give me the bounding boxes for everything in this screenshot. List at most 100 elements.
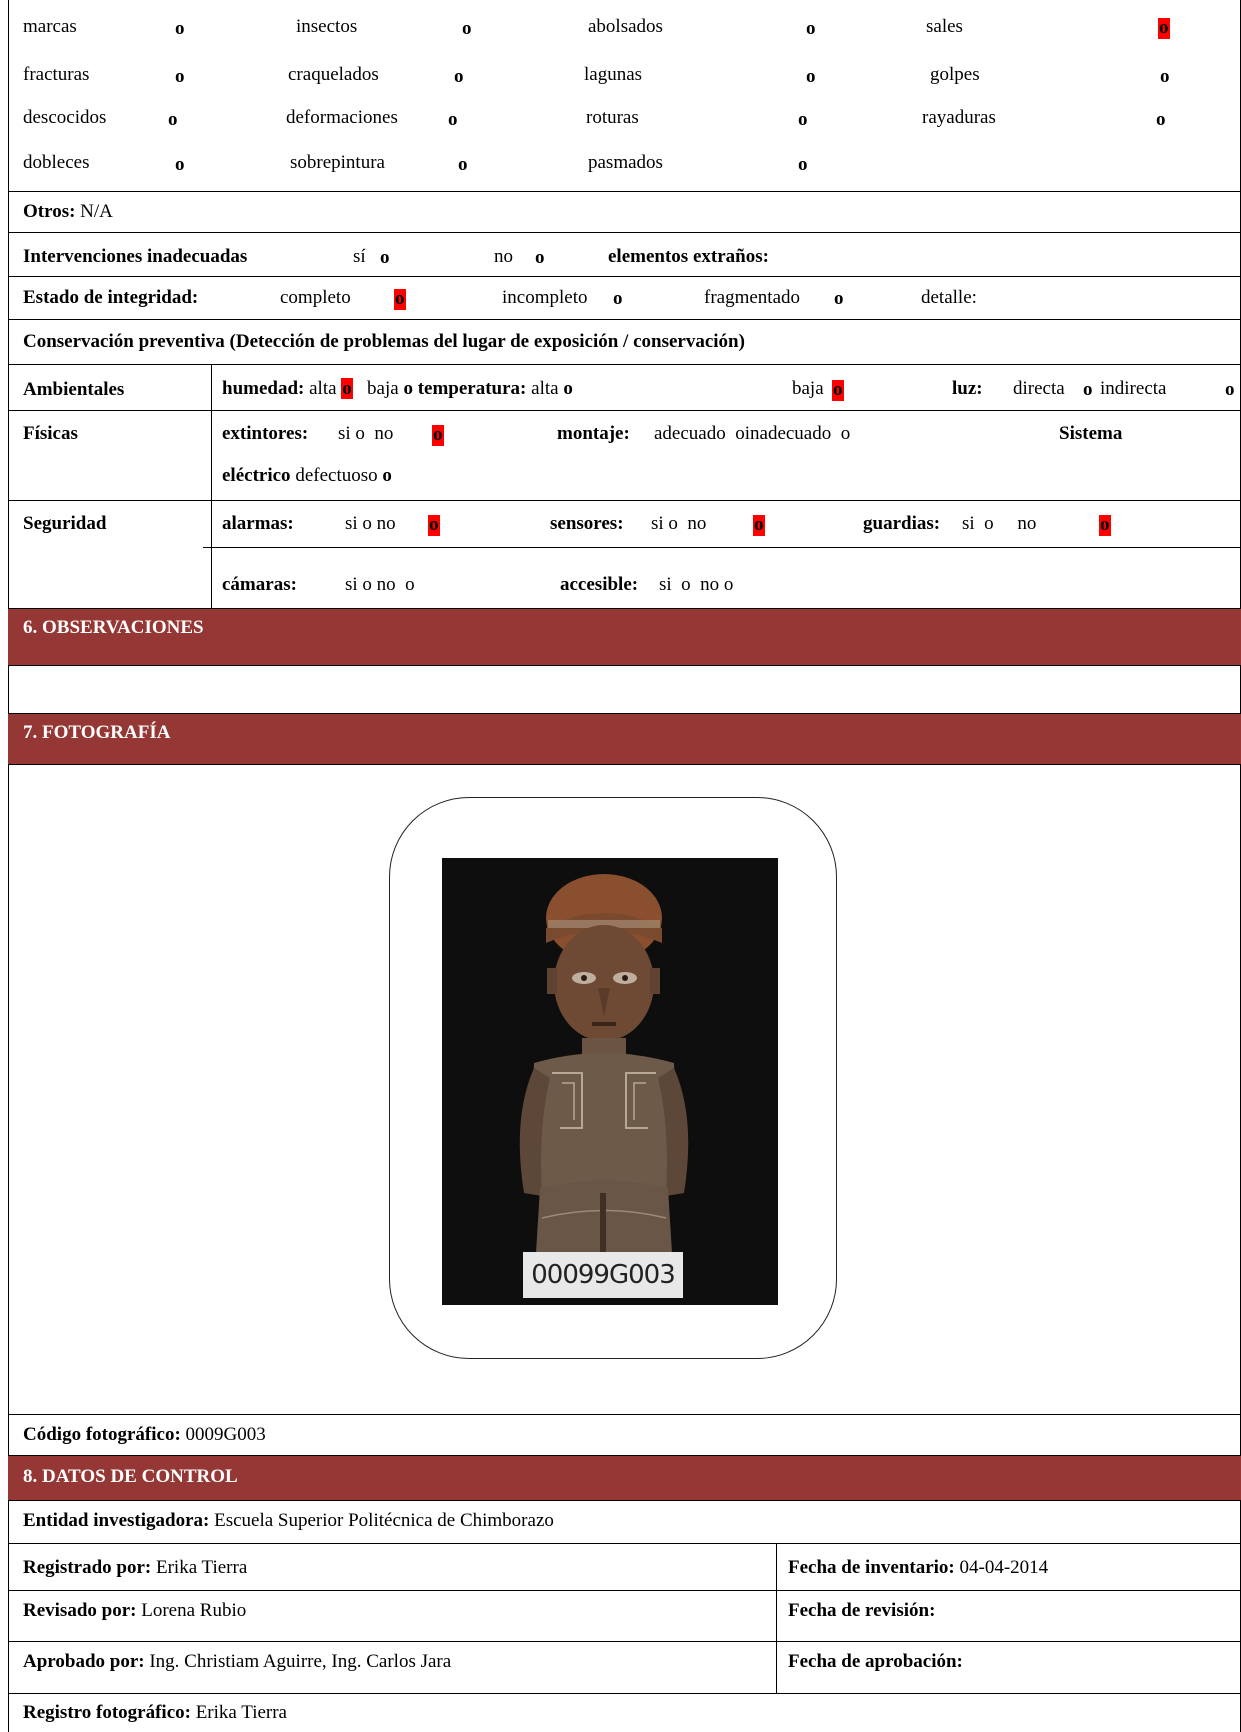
revisado-label: Revisado por:	[23, 1600, 137, 1621]
fecha-aprobacion-label: Fecha de aprobación:	[788, 1651, 963, 1672]
elementos-extranos-label: elementos extraños:	[608, 246, 769, 267]
divider	[8, 1590, 1241, 1591]
codigo-fotografico-value: 0009G003	[185, 1424, 266, 1445]
damage-label-descocidos: descocidos	[23, 107, 107, 128]
entidad-row: Entidad investigadora: Escuela Superior …	[23, 1510, 554, 1532]
montaje-options: adecuado oinadecuado o	[654, 423, 851, 444]
damage-mark-golpes[interactable]: o	[1160, 66, 1170, 88]
codigo-fotografico-label: Código fotográfico:	[23, 1424, 181, 1445]
divider	[8, 1693, 1241, 1694]
humedad-alta-mark[interactable]: o	[341, 378, 353, 399]
entidad-label: Entidad investigadora:	[23, 1510, 210, 1531]
integridad-completo-mark[interactable]: o	[394, 288, 406, 310]
fecha-aprobacion-row: Fecha de aprobación:	[788, 1651, 963, 1673]
damage-mark-sales[interactable]: o	[1158, 17, 1170, 39]
integridad-label: Estado de integridad:	[23, 287, 199, 308]
damage-mark-descocidos[interactable]: o	[168, 109, 178, 131]
fecha-inventario-value: 04-04-2014	[959, 1557, 1049, 1578]
humedad-baja-mark[interactable]: o	[403, 378, 413, 399]
damage-label-insectos: insectos	[296, 16, 358, 37]
ambientales-row: humedad: alta o baja o temperatura: alta…	[222, 378, 573, 400]
codigo-fotografico-row: Código fotográfico: 0009G003	[23, 1424, 266, 1446]
damage-label-dobleces: dobleces	[23, 152, 90, 173]
revisado-value: Lorena Rubio	[141, 1600, 247, 1621]
damage-mark-lagunas[interactable]: o	[806, 66, 816, 88]
temperatura-label: temperatura:	[417, 378, 527, 399]
aprobado-value: Ing. Christiam Aguirre, Ing. Carlos Jara	[149, 1651, 452, 1672]
luz-indirecta-mark[interactable]: o	[1225, 379, 1235, 401]
divider	[8, 1641, 1241, 1642]
guardias-options: si o no	[962, 513, 1037, 534]
damage-mark-abolsados[interactable]: o	[806, 18, 816, 40]
section-fotografia: 7. FOTOGRAFÍA	[8, 713, 1241, 765]
temperatura-baja-mark[interactable]: o	[832, 379, 844, 401]
extintores-label: extintores:	[222, 423, 309, 444]
alarmas-no-mark[interactable]: o	[428, 514, 440, 536]
section-control-title: 8. DATOS DE CONTROL	[23, 1466, 238, 1487]
temperatura-baja: baja	[792, 378, 824, 399]
luz-directa-mark[interactable]: o	[1083, 379, 1093, 401]
integridad-fragmentado-mark[interactable]: o	[834, 288, 844, 310]
intervenciones-label: Intervenciones inadecuadas	[23, 246, 248, 267]
humedad-alta: alta	[309, 378, 337, 399]
alarmas-label: alarmas:	[222, 513, 294, 534]
luz-indirecta: indirecta	[1100, 378, 1167, 399]
damage-label-sales: sales	[926, 16, 963, 37]
integridad-incompleto-mark[interactable]: o	[613, 288, 623, 310]
divider	[203, 547, 1241, 548]
damage-mark-sobrepintura[interactable]: o	[458, 154, 468, 176]
accesible-label: accesible:	[560, 574, 639, 595]
damage-label-pasmados: pasmados	[588, 152, 663, 173]
divider	[8, 232, 1241, 233]
integridad-incompleto-label: incompleto	[502, 287, 588, 308]
damage-mark-dobleces[interactable]: o	[175, 154, 185, 176]
section-observaciones: 6. OBSERVACIONES	[8, 608, 1241, 666]
integridad-detalle-label: detalle:	[921, 287, 977, 308]
damage-mark-rayaduras[interactable]: o	[1156, 109, 1166, 131]
damage-label-fracturas: fracturas	[23, 64, 90, 85]
registro-fotografico-value: Erika Tierra	[195, 1702, 287, 1723]
ceramic-figure-image	[442, 858, 778, 1305]
temperatura-alta-mark[interactable]: o	[563, 378, 573, 399]
divider	[8, 1543, 1241, 1544]
conservacion-column-divider	[211, 364, 212, 608]
damage-mark-craquelados[interactable]: o	[454, 66, 464, 88]
damage-label-craquelados: craquelados	[288, 64, 379, 85]
intervenciones-no-mark[interactable]: o	[535, 247, 545, 269]
section-control: 8. DATOS DE CONTROL	[8, 1455, 1241, 1501]
fecha-inventario-row: Fecha de inventario: 04-04-2014	[788, 1557, 1048, 1579]
damage-mark-marcas[interactable]: o	[175, 18, 185, 40]
integridad-fragmentado-label: fragmentado	[704, 287, 801, 308]
divider	[8, 319, 1241, 320]
extintores-no-mark[interactable]: o	[432, 424, 444, 446]
defectuoso-mark[interactable]: o	[382, 465, 392, 486]
damage-mark-deformaciones[interactable]: o	[448, 109, 458, 131]
guardias-no-mark[interactable]: o	[1099, 514, 1111, 536]
luz-label: luz:	[952, 378, 983, 399]
otros-label: Otros:	[23, 201, 76, 222]
intervenciones-si-mark[interactable]: o	[380, 247, 390, 269]
aprobado-label: Aprobado por:	[23, 1651, 145, 1672]
damage-label-roturas: roturas	[586, 107, 639, 128]
control-column-divider	[776, 1543, 777, 1693]
sensores-label: sensores:	[550, 513, 624, 534]
electrico-label: eléctrico	[222, 465, 291, 486]
damage-label-golpes: golpes	[930, 64, 980, 85]
humedad-label: humedad:	[222, 378, 305, 399]
revisado-row: Revisado por: Lorena Rubio	[23, 1600, 246, 1622]
conservacion-title: Conservación preventiva (Detección de pr…	[23, 331, 745, 352]
fecha-inventario-label: Fecha de inventario:	[788, 1557, 955, 1578]
section-observaciones-title: 6. OBSERVACIONES	[23, 617, 204, 638]
sensores-no-mark[interactable]: o	[753, 514, 765, 536]
damage-label-sobrepintura: sobrepintura	[290, 152, 385, 173]
sistema-label: Sistema	[1059, 423, 1123, 444]
extintores-options: si o no	[338, 423, 394, 444]
damage-mark-fracturas[interactable]: o	[175, 66, 185, 88]
seguridad-label: Seguridad	[23, 513, 107, 534]
registrado-value: Erika Tierra	[155, 1557, 248, 1578]
damage-mark-roturas[interactable]: o	[798, 109, 808, 131]
damage-mark-insectos[interactable]: o	[462, 18, 472, 40]
divider	[8, 410, 1241, 411]
divider	[8, 276, 1241, 277]
damage-mark-pasmados[interactable]: o	[798, 154, 808, 176]
